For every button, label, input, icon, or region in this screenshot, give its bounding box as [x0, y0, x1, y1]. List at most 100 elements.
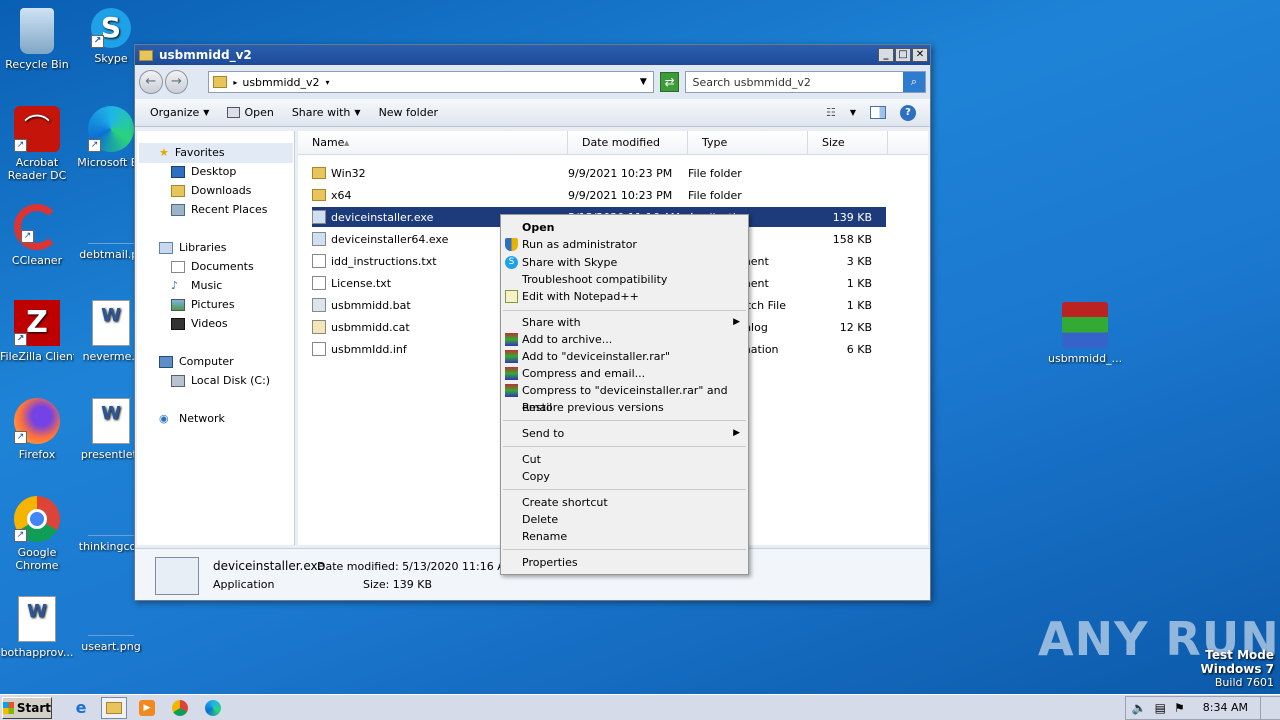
menu-item-cut[interactable]: Cut: [501, 451, 748, 468]
search-icon[interactable]: ⌕: [903, 72, 925, 92]
desktop-icon-useart[interactable]: useart.png: [74, 596, 148, 653]
file-name: usbmmIdd.inf: [331, 342, 407, 356]
folder-icon: [312, 167, 326, 179]
desktop-icon-recycle-bin[interactable]: Recycle Bin: [0, 8, 74, 71]
nav-favorites[interactable]: ★ Favorites: [159, 146, 225, 159]
menu-label: Add to "deviceinstaller.rar": [522, 350, 671, 363]
search-input[interactable]: Search usbmmidd_v2 ⌕: [685, 71, 926, 93]
notepad-plus-icon: [505, 290, 518, 303]
winrar-icon: [1062, 302, 1108, 348]
address-bar[interactable]: ▸ usbmmidd_v2 ▾ ▼: [208, 71, 654, 93]
chevron-down-icon[interactable]: ▼: [850, 108, 856, 117]
back-button[interactable]: ←: [139, 70, 163, 94]
videos-icon: [171, 317, 185, 330]
menu-label: Share with: [522, 316, 581, 329]
network-tray-icon[interactable]: ▤: [1155, 701, 1166, 715]
menu-item-delete[interactable]: Delete: [501, 511, 748, 528]
refresh-button[interactable]: ⇄: [659, 72, 680, 92]
file-date: 9/9/2021 10:23 PM: [568, 188, 673, 202]
text-file-icon: [312, 276, 326, 290]
desktop-icon: [171, 165, 185, 178]
maximize-button[interactable]: □: [895, 48, 911, 62]
menu-item-run-as-admin[interactable]: Run as administrator: [501, 236, 748, 253]
file-row[interactable]: x64 9/9/2021 10:23 PM File folder: [312, 185, 886, 205]
nav-computer[interactable]: Computer: [159, 355, 234, 368]
forward-button[interactable]: →: [164, 70, 189, 94]
nav-label: Videos: [191, 317, 228, 330]
menu-label: Rename: [522, 530, 568, 543]
nav-downloads[interactable]: Downloads: [171, 184, 251, 197]
winrar-icon: [505, 367, 518, 380]
menu-item-restore[interactable]: Restore previous versions: [501, 399, 748, 416]
desktop-icon-firefox[interactable]: ↗ Firefox: [0, 398, 74, 461]
chevron-down-icon: ▼: [354, 108, 361, 117]
breadcrumb[interactable]: usbmmidd_v2: [242, 76, 319, 89]
action-center-flag-icon[interactable]: ⚑: [1174, 701, 1185, 715]
desktop-icon-bothapprov[interactable]: W bothapprov...: [0, 596, 74, 659]
menu-item-send-to[interactable]: Send to ▶: [501, 425, 748, 442]
setup-info-icon: [312, 342, 326, 356]
taskbar-media-player-icon[interactable]: ▶: [134, 697, 160, 719]
nav-desktop[interactable]: Desktop: [171, 165, 236, 178]
view-options-icon[interactable]: ☷: [826, 106, 836, 119]
volume-icon[interactable]: 🔈: [1132, 701, 1147, 715]
nav-libraries[interactable]: Libraries: [159, 241, 227, 254]
nav-local-disk[interactable]: Local Disk (C:): [171, 374, 270, 387]
taskbar-explorer-icon[interactable]: [101, 696, 127, 719]
file-name: Win32: [331, 166, 366, 180]
column-size[interactable]: Size: [808, 131, 888, 154]
column-name[interactable]: Name ▲: [298, 131, 568, 154]
file-row[interactable]: Win32 9/9/2021 10:23 PM File folder: [312, 163, 886, 183]
menu-item-add-archive[interactable]: Add to archive...: [501, 331, 748, 348]
clock[interactable]: 8:34 AM: [1203, 701, 1248, 714]
column-date-label: Date modified: [582, 136, 660, 149]
preview-pane-icon[interactable]: [870, 106, 886, 119]
nav-label: Recent Places: [191, 203, 268, 216]
menu-item-share-skype[interactable]: S Share with Skype: [501, 254, 748, 271]
nav-videos[interactable]: Videos: [171, 317, 228, 330]
file-name: usbmmidd.bat: [331, 298, 411, 312]
show-desktop-button[interactable]: [1260, 696, 1274, 719]
help-icon[interactable]: ?: [900, 104, 916, 121]
nav-music[interactable]: ♪ Music: [171, 279, 222, 292]
start-button[interactable]: Start: [2, 696, 52, 719]
menu-item-share-with[interactable]: Share with ▶: [501, 314, 748, 331]
menu-item-properties[interactable]: Properties: [501, 554, 748, 571]
close-button[interactable]: ✕: [912, 48, 928, 62]
menu-item-troubleshoot[interactable]: Troubleshoot compatibility: [501, 271, 748, 288]
menu-item-create-shortcut[interactable]: Create shortcut: [501, 494, 748, 511]
new-folder-button[interactable]: New folder: [370, 106, 447, 119]
taskbar-edge-icon[interactable]: [200, 697, 226, 719]
taskbar-chrome-icon[interactable]: [167, 697, 193, 719]
file-name: deviceinstaller64.exe: [331, 232, 449, 246]
menu-item-add-rar[interactable]: Add to "deviceinstaller.rar": [501, 348, 748, 365]
menu-label: Send to: [522, 427, 565, 440]
desktop-icon-chrome[interactable]: ↗ Google Chrome: [0, 496, 74, 572]
taskbar-ie-icon[interactable]: e: [68, 697, 94, 719]
desktop-icon-acrobat[interactable]: ⌒ ↗ Acrobat Reader DC: [0, 106, 74, 182]
column-date-modified[interactable]: Date modified: [568, 131, 688, 154]
nav-recent-places[interactable]: Recent Places: [171, 203, 268, 216]
menu-item-rename[interactable]: Rename: [501, 528, 748, 545]
menu-item-compress-email[interactable]: Compress and email...: [501, 365, 748, 382]
desktop-icon-ccleaner[interactable]: ↗ CCleaner: [0, 204, 74, 267]
menu-item-compress-rar-email[interactable]: Compress to "deviceinstaller.rar" and em…: [501, 382, 748, 414]
window-titlebar[interactable]: usbmmidd_v2 _ □ ✕: [135, 45, 930, 65]
minimize-button[interactable]: _: [878, 48, 894, 62]
menu-item-open[interactable]: Open: [501, 219, 748, 236]
column-type-label: Type: [702, 136, 728, 149]
shortcut-arrow-icon: ↗: [14, 431, 27, 444]
nav-documents[interactable]: Documents: [171, 260, 254, 273]
desktop-icon-filezilla[interactable]: Z ↗ FileZilla Client: [0, 300, 74, 363]
organize-button[interactable]: Organize ▼: [141, 106, 218, 119]
share-with-button[interactable]: Share with ▼: [283, 106, 370, 119]
desktop-icon-usbmmidd-archive[interactable]: usbmmidd_...: [1048, 302, 1122, 365]
column-type[interactable]: Type: [688, 131, 808, 154]
nav-pictures[interactable]: Pictures: [171, 298, 235, 311]
menu-item-copy[interactable]: Copy: [501, 468, 748, 485]
nav-network[interactable]: ◉ Network: [159, 412, 225, 425]
application-icon: [312, 210, 326, 224]
menu-item-edit-notepad[interactable]: Edit with Notepad++: [501, 288, 748, 305]
address-history-dropdown[interactable]: ▼: [640, 77, 647, 87]
open-button[interactable]: Open: [218, 106, 282, 119]
